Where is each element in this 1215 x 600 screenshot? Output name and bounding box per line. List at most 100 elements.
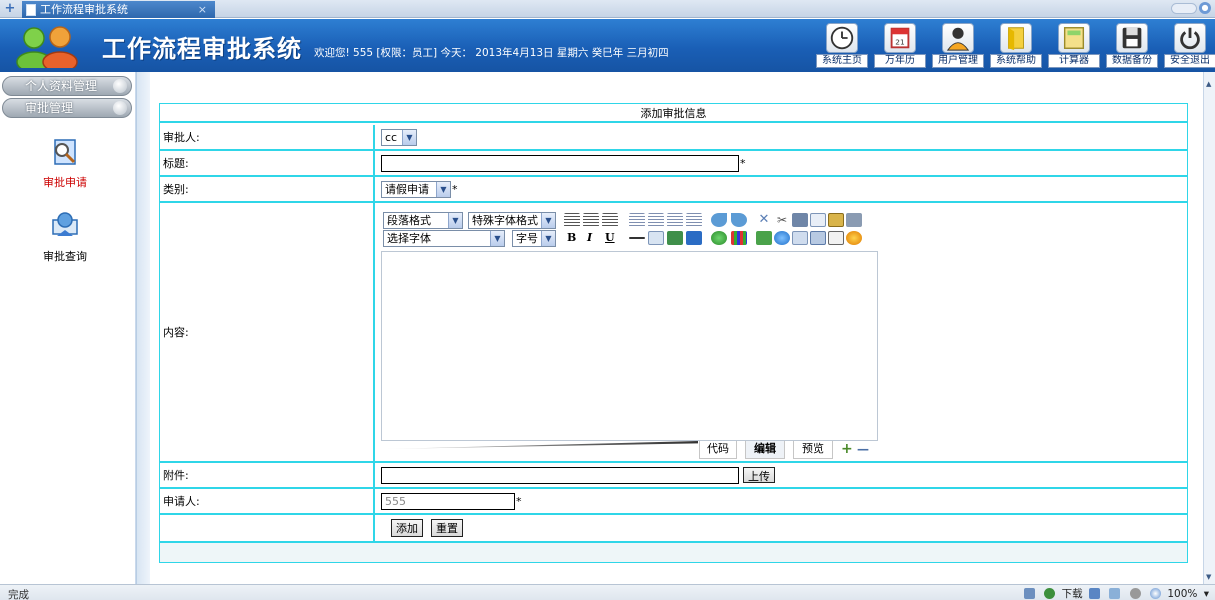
required-mark: * [452, 182, 458, 196]
shrink-editor-icon[interactable]: — [857, 441, 869, 457]
chevron-down-icon: ▼ [448, 213, 462, 228]
calendar-icon: 21 [884, 23, 916, 53]
horizontal-rule-icon[interactable] [629, 237, 645, 239]
nav-data-backup[interactable]: 数据备份 [1106, 23, 1158, 69]
nav-safe-exit[interactable]: 安全退出 [1164, 23, 1215, 69]
attachment-input[interactable] [381, 466, 739, 484]
help-icon[interactable] [846, 231, 862, 245]
subject-label: 标题: [160, 151, 375, 175]
paste-icon[interactable] [828, 213, 844, 227]
form-title: 添加审批信息 [160, 104, 1187, 123]
font-size-select[interactable]: 字号 ▼ [512, 230, 556, 247]
copy-icon[interactable] [810, 213, 826, 227]
scroll-up-icon[interactable]: ▲ [1206, 81, 1213, 88]
reset-button[interactable]: 重置 [431, 519, 463, 537]
sidebar-item-approval-apply[interactable]: 审批申请 [30, 134, 100, 192]
editor-shadow-decoration [386, 441, 698, 449]
align-right-icon[interactable] [602, 213, 618, 227]
menu-personal-info[interactable]: 个人资料管理 [2, 76, 132, 96]
nav-label: 计算器 [1048, 54, 1100, 68]
nav-user-management[interactable]: 用户管理 [932, 23, 984, 69]
insert-image-icon[interactable] [667, 231, 683, 245]
insert-emoticon-icon[interactable] [756, 231, 772, 245]
insert-frame-icon[interactable] [810, 231, 826, 245]
menu-approval-management[interactable]: 审批管理 [2, 98, 132, 118]
subject-input[interactable] [381, 154, 739, 172]
insert-flash-icon[interactable] [711, 231, 727, 245]
special-format-select[interactable]: 特殊字体格式 ▼ [468, 212, 556, 229]
page-icon [26, 4, 36, 16]
tab-preview[interactable]: 预览 [793, 441, 833, 459]
cut-icon[interactable]: ✂ [774, 213, 790, 227]
applicant-input[interactable] [381, 492, 515, 510]
app-header: 工作流程审批系统 欢迎您! 555 [权限：员工] 今天： 2013年4月13日… [0, 19, 1215, 72]
expand-editor-icon[interactable]: + [841, 441, 853, 457]
paste-special-icon[interactable] [846, 213, 862, 227]
indent-icon[interactable] [667, 213, 683, 227]
nav-system-home[interactable]: 系统主页 [816, 23, 868, 69]
row-category: 类别: 请假申请 ▼ * [160, 177, 1187, 203]
add-button[interactable]: 添加 [391, 519, 423, 537]
nav-system-help[interactable]: 系统帮助 [990, 23, 1042, 69]
nav-label: 安全退出 [1164, 54, 1215, 68]
download-icon[interactable] [1044, 588, 1056, 599]
download-label[interactable]: 下载 [1062, 586, 1083, 600]
row-attachment: 附件: 上传 [160, 463, 1187, 489]
attachment-label: 附件: [160, 463, 375, 487]
insert-table-icon[interactable] [792, 231, 808, 245]
nav-label: 万年历 [874, 54, 926, 68]
user-icon [942, 23, 974, 53]
window-control-pill[interactable] [1171, 3, 1197, 14]
browser-tab-bar: + 工作流程审批系统 × ● [0, 0, 1215, 18]
delete-icon[interactable]: ✕ [756, 213, 772, 227]
print-icon[interactable] [1109, 588, 1121, 599]
new-tab-icon[interactable]: + [3, 2, 17, 16]
sidebar-divider[interactable] [136, 72, 150, 584]
tab-code[interactable]: 代码 [699, 441, 737, 459]
browser-tab-active[interactable]: 工作流程审批系统 × [22, 1, 215, 18]
unordered-list-icon[interactable] [648, 213, 664, 227]
insert-media-icon[interactable] [686, 231, 702, 245]
bold-button[interactable]: B [567, 231, 576, 244]
italic-button[interactable]: I [587, 231, 592, 244]
insert-link-icon[interactable] [774, 231, 790, 245]
font-select[interactable]: 选择字体 ▼ [383, 230, 505, 247]
sidebar-item-label: 审批申请 [43, 176, 87, 189]
find-icon[interactable] [792, 213, 808, 227]
upload-button[interactable]: 上传 [743, 467, 775, 483]
underline-button[interactable]: U [605, 231, 615, 244]
nav-label: 系统主页 [816, 54, 868, 68]
sidebar-item-approval-query[interactable]: 审批查询 [30, 208, 100, 266]
network-icon[interactable] [1023, 588, 1035, 599]
tab-close-icon[interactable]: × [198, 1, 207, 18]
zoom-icon[interactable] [1150, 588, 1161, 599]
chevron-down-icon: ▼ [541, 231, 555, 246]
insert-textbox-icon[interactable] [648, 231, 664, 245]
menu-ball-icon [113, 79, 127, 93]
nav-calendar[interactable]: 21 万年历 [874, 23, 926, 69]
zoom-level[interactable]: 100% [1167, 588, 1197, 600]
sound-icon[interactable] [1129, 588, 1141, 599]
main-scrollbar[interactable]: ▲ ▼ [1203, 72, 1215, 584]
window-dot-icon[interactable]: ● [1199, 2, 1211, 14]
tab-edit[interactable]: 编辑 [745, 441, 785, 459]
color-icon[interactable] [731, 231, 747, 245]
security-icon[interactable] [1088, 588, 1100, 599]
zoom-dropdown-icon[interactable]: ▾ [1204, 588, 1209, 600]
sidebar-item-label: 审批查询 [43, 250, 87, 263]
scroll-down-icon[interactable]: ▼ [1206, 574, 1213, 581]
align-left-icon[interactable] [564, 213, 580, 227]
category-select[interactable]: 请假申请 ▼ [381, 180, 451, 198]
approval-form: 添加审批信息 审批人: cc ▼ 标题: * 类别: 请假申请 ▼ * 内容: … [159, 103, 1188, 563]
ordered-list-icon[interactable] [629, 213, 645, 227]
editor-content-area[interactable] [381, 251, 878, 441]
paragraph-format-select[interactable]: 段落格式 ▼ [383, 212, 463, 229]
insert-date-icon[interactable] [828, 231, 844, 245]
category-value: 请假申请 [385, 182, 429, 196]
redo-icon[interactable] [731, 213, 747, 227]
align-center-icon[interactable] [583, 213, 599, 227]
undo-icon[interactable] [711, 213, 727, 227]
outdent-icon[interactable] [686, 213, 702, 227]
nav-calculator[interactable]: 计算器 [1048, 23, 1100, 69]
approver-select[interactable]: cc ▼ [381, 128, 417, 146]
